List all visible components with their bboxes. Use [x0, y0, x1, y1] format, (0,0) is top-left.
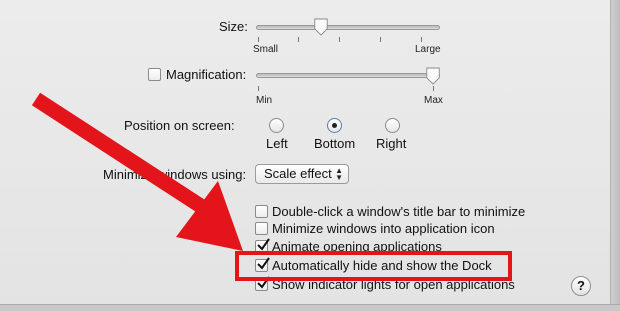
highlight-box: [235, 251, 512, 281]
